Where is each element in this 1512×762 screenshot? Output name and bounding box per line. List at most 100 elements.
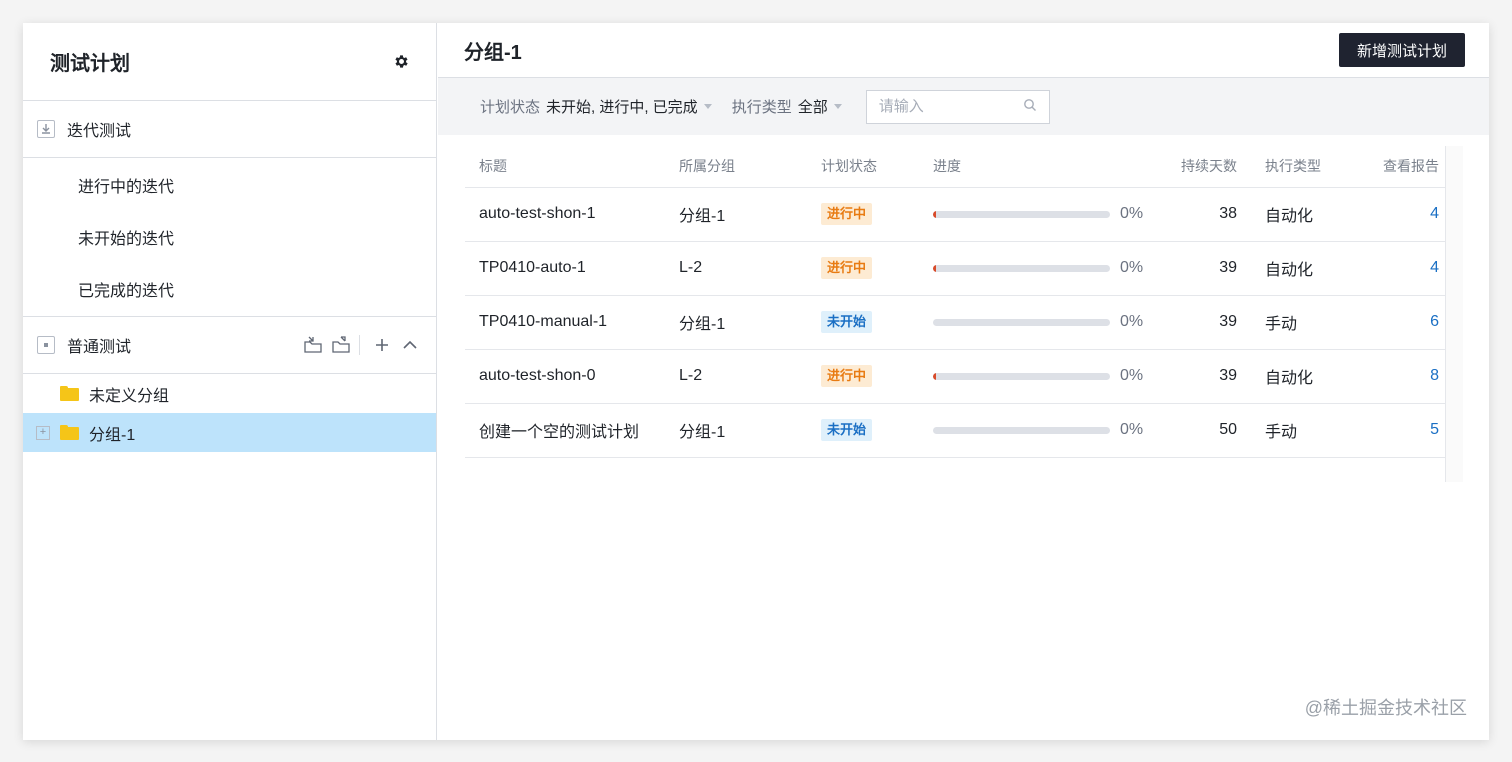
new-test-plan-button[interactable]: 新增测试计划 [1338,33,1465,67]
report-link[interactable]: 4 [1430,205,1439,222]
type-filter-value: 全部 [797,99,828,116]
toolbar-divider [359,335,360,355]
app-window: 测试计划 迭代测试 进行中的迭代 未开始的迭代 已完成的迭代 普通测试 未定义分… [23,23,1489,740]
status-badge: 进行中 [821,365,873,387]
type-filter[interactable]: 执行类型 全部 [732,96,842,117]
table-scrollbar[interactable] [1445,146,1463,482]
export-icon[interactable] [329,333,353,357]
report-link[interactable]: 5 [1430,421,1439,438]
plan-exec-type: 自动化 [1265,208,1314,225]
progress-percent: 0% [1120,367,1144,384]
table-row[interactable]: TP0410-auto-1 L-2 进行中 0% 39 自动化 4 [465,241,1445,296]
plan-exec-type: 自动化 [1265,370,1314,387]
status-badge: 未开始 [821,419,873,441]
column-header-title: 标题 [465,146,679,188]
plan-group: L-2 [679,367,703,384]
chevron-up-icon[interactable] [398,333,422,357]
plan-group: 分组-1 [679,208,726,225]
normal-section-icon [37,336,55,354]
plan-days: 50 [1219,421,1237,438]
status-badge: 进行中 [821,203,873,225]
progress: 0% [933,421,1165,439]
type-filter-label: 执行类型 [731,99,792,116]
plan-days: 39 [1219,259,1237,276]
import-icon[interactable] [301,333,325,357]
column-header-days: 持续天数 [1165,146,1257,188]
caret-down-icon [833,104,842,109]
caret-down-icon [703,104,712,109]
progress-fill [933,264,936,272]
plan-table-wrap: 标题 所属分组 计划状态 进度 持续天数 执行类型 查看报告 auto-test… [465,146,1463,482]
report-link[interactable]: 8 [1430,367,1439,384]
progress-percent: 0% [1120,421,1144,438]
column-header-type: 执行类型 [1257,146,1357,188]
sidebar-header: 测试计划 [23,23,436,101]
page-title: 分组-1 [464,41,522,64]
progress-percent: 0% [1120,205,1144,222]
plan-exec-type: 自动化 [1265,262,1314,279]
plan-days: 39 [1219,313,1237,330]
progress: 0% [933,313,1165,331]
plan-title[interactable]: auto-test-shon-0 [479,367,596,384]
plan-title[interactable]: 创建一个空的测试计划 [479,424,639,441]
table-row[interactable]: auto-test-shon-1 分组-1 进行中 0% 38 自动化 4 [465,187,1445,242]
iteration-section-label: 迭代测试 [67,123,132,140]
plan-days: 38 [1219,205,1237,222]
sidebar-item-iteration-not-started[interactable]: 未开始的迭代 [23,211,436,263]
progress-bar [933,372,1110,380]
sidebar: 测试计划 迭代测试 进行中的迭代 未开始的迭代 已完成的迭代 普通测试 未定义分… [23,23,437,740]
plan-exec-type: 手动 [1265,316,1298,333]
progress-bar [933,210,1110,218]
plan-group: 分组-1 [679,316,726,333]
report-link[interactable]: 4 [1430,259,1439,276]
folder-icon [60,386,79,401]
gear-icon[interactable] [392,53,410,71]
progress-bar [933,318,1110,326]
search-icon[interactable] [1023,98,1037,116]
column-header-status: 计划状态 [821,146,933,188]
iteration-list: 进行中的迭代 未开始的迭代 已完成的迭代 [23,158,436,317]
column-header-report: 查看报告 [1357,146,1445,188]
tree-item-undefined-group[interactable]: 未定义分组 [23,374,436,413]
iteration-section-icon [37,120,55,138]
plan-title[interactable]: auto-test-shon-1 [479,205,596,222]
table-row[interactable]: 创建一个空的测试计划 分组-1 未开始 0% 50 手动 5 [465,403,1445,458]
progress: 0% [933,259,1165,277]
table-row[interactable]: TP0410-manual-1 分组-1 未开始 0% 39 手动 6 [465,295,1445,350]
progress-bar [933,264,1110,272]
table-row[interactable]: auto-test-shon-0 L-2 进行中 0% 39 自动化 8 [465,349,1445,404]
main-panel: 分组-1 新增测试计划 计划状态 未开始, 进行中, 已完成 执行类型 全部 请… [438,23,1489,740]
status-badge: 进行中 [821,257,873,279]
sidebar-item-iteration-completed[interactable]: 已完成的迭代 [23,263,436,315]
folder-icon [60,425,79,440]
table-body: auto-test-shon-1 分组-1 进行中 0% 38 自动化 4 TP0410-au… [465,187,1445,458]
plan-title[interactable]: TP0410-auto-1 [479,259,586,276]
status-filter[interactable]: 计划状态 未开始, 进行中, 已完成 [480,96,712,117]
watermark: @稀土掘金技术社区 [1304,698,1467,718]
progress-fill [933,372,936,380]
progress-bar [933,426,1110,434]
progress-percent: 0% [1120,259,1144,276]
progress-fill [933,210,936,218]
table-header-row: 标题 所属分组 计划状态 进度 持续天数 执行类型 查看报告 [465,146,1445,188]
expand-icon[interactable]: + [36,425,50,440]
tree-item-label: 分组-1 [89,426,136,444]
iteration-section[interactable]: 迭代测试 [23,101,436,158]
status-filter-label: 计划状态 [480,99,541,116]
plan-title[interactable]: TP0410-manual-1 [479,313,607,330]
search-input[interactable] [878,98,1009,115]
normal-section[interactable]: 普通测试 [23,317,436,374]
report-link[interactable]: 6 [1430,313,1439,330]
column-header-progress: 进度 [933,146,1165,188]
plus-icon[interactable] [370,333,394,357]
sidebar-item-iteration-running[interactable]: 进行中的迭代 [23,159,436,211]
plan-exec-type: 手动 [1265,424,1298,441]
plan-group: L-2 [679,259,703,276]
tree-item-group-1[interactable]: + 分组-1 [23,413,436,452]
plan-days: 39 [1219,367,1237,384]
column-header-group: 所属分组 [679,146,821,188]
filter-bar: 计划状态 未开始, 进行中, 已完成 执行类型 全部 [438,78,1489,135]
progress-percent: 0% [1120,313,1144,330]
tree-item-label: 未定义分组 [89,387,170,405]
status-badge: 未开始 [821,311,873,333]
